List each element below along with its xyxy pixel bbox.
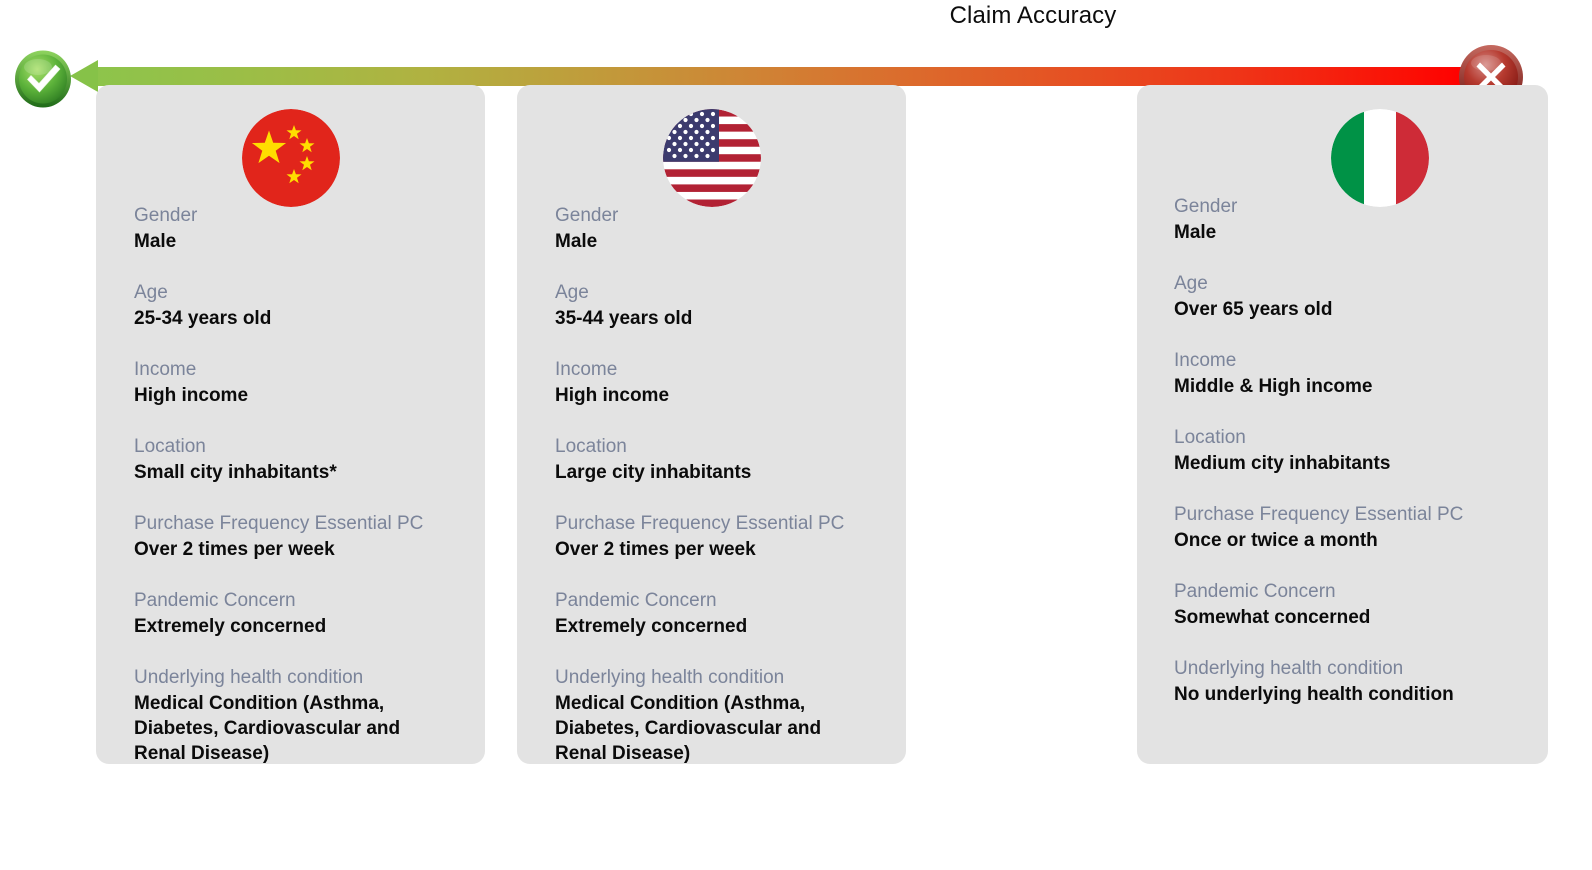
field-underlying-health-condition: Underlying health condition Medical Cond… <box>134 665 473 766</box>
field-value: 25-34 years old <box>134 308 272 329</box>
field-label: Purchase Frequency Essential PC <box>555 513 845 534</box>
field-purchase-frequency: Purchase Frequency Essential PC Over 2 t… <box>555 511 894 562</box>
field-purchase-frequency: Purchase Frequency Essential PC Once or … <box>1174 502 1536 553</box>
persona-field-list: Gender Male Age 25-34 years old Income H… <box>134 203 473 766</box>
claim-accuracy-scale <box>0 24 1592 109</box>
field-label: Location <box>1174 427 1246 448</box>
field-label: Purchase Frequency Essential PC <box>1174 504 1464 525</box>
field-label: Gender <box>1174 196 1238 217</box>
field-label: Age <box>134 282 168 303</box>
persona-field-list: Gender Male Age 35-44 years old Income H… <box>555 203 894 766</box>
field-age: Age 35-44 years old <box>555 280 894 331</box>
field-label: Income <box>555 359 618 380</box>
field-gender: Gender Male <box>134 203 473 254</box>
field-label: Pandemic Concern <box>134 590 296 611</box>
accuracy-gradient-bar <box>96 67 1464 86</box>
china-flag-icon <box>241 109 340 207</box>
field-location: Location Medium city inhabitants <box>1174 425 1536 476</box>
field-value: Male <box>134 231 177 252</box>
usa-flag-icon <box>662 109 761 207</box>
persona-field-list: Gender Male Age Over 65 years old Income… <box>1174 194 1536 707</box>
field-value: No underlying health condition <box>1174 684 1454 705</box>
field-value: Medium city inhabitants <box>1174 453 1391 474</box>
field-value: Male <box>1174 222 1217 243</box>
field-label: Purchase Frequency Essential PC <box>134 513 424 534</box>
field-purchase-frequency: Purchase Frequency Essential PC Over 2 t… <box>134 511 473 562</box>
field-value: High income <box>134 385 249 406</box>
field-label: Underlying health condition <box>1174 658 1404 679</box>
field-age: Age Over 65 years old <box>1174 271 1536 322</box>
field-label: Age <box>555 282 589 303</box>
arrow-head-left-icon <box>70 60 98 92</box>
field-gender: Gender Male <box>1174 194 1536 245</box>
field-label: Pandemic Concern <box>555 590 717 611</box>
check-circle-icon <box>15 50 71 108</box>
page-title: Claim Accuracy <box>949 2 1117 29</box>
italy-flag-icon <box>1331 109 1429 207</box>
field-income: Income High income <box>555 357 894 408</box>
field-value: Once or twice a month <box>1174 530 1378 551</box>
field-label: Gender <box>134 205 198 226</box>
field-value: Somewhat concerned <box>1174 607 1371 628</box>
field-value: Large city inhabitants <box>555 462 752 483</box>
field-value: Male <box>555 231 598 252</box>
persona-card-italy[interactable]: Gender Male Age Over 65 years old Income… <box>1137 85 1548 764</box>
field-value: Over 65 years old <box>1174 299 1333 320</box>
field-label: Underlying health condition <box>555 667 785 688</box>
field-value: Extremely concerned <box>555 616 748 637</box>
field-value: Extremely concerned <box>134 616 327 637</box>
field-label: Location <box>134 436 206 457</box>
field-label: Income <box>134 359 197 380</box>
field-underlying-health-condition: Underlying health condition No underlyin… <box>1174 656 1536 707</box>
persona-card-china[interactable]: Gender Male Age 25-34 years old Income H… <box>96 85 485 764</box>
field-underlying-health-condition: Underlying health condition Medical Cond… <box>555 665 894 766</box>
field-value: Over 2 times per week <box>555 539 756 560</box>
field-income: Income High income <box>134 357 473 408</box>
field-gender: Gender Male <box>555 203 894 254</box>
field-value: 35-44 years old <box>555 308 693 329</box>
field-location: Location Small city inhabitants* <box>134 434 473 485</box>
field-label: Pandemic Concern <box>1174 581 1336 602</box>
field-label: Gender <box>555 205 619 226</box>
field-age: Age 25-34 years old <box>134 280 473 331</box>
field-pandemic-concern: Pandemic Concern Extremely concerned <box>134 588 473 639</box>
field-value: Middle & High income <box>1174 376 1373 397</box>
field-pandemic-concern: Pandemic Concern Extremely concerned <box>555 588 894 639</box>
claim-accuracy-infographic: Claim Accuracy Gender Male Age 25-34 yea… <box>0 0 1592 870</box>
field-label: Underlying health condition <box>134 667 364 688</box>
field-pandemic-concern: Pandemic Concern Somewhat concerned <box>1174 579 1536 630</box>
field-value: Over 2 times per week <box>134 539 335 560</box>
field-value: Medical Condition (Asthma, Diabetes, Car… <box>134 693 401 764</box>
field-label: Income <box>1174 350 1237 371</box>
field-value: Medical Condition (Asthma, Diabetes, Car… <box>555 693 822 764</box>
field-value: Small city inhabitants* <box>134 462 337 483</box>
persona-card-usa[interactable]: Gender Male Age 35-44 years old Income H… <box>517 85 906 764</box>
field-location: Location Large city inhabitants <box>555 434 894 485</box>
field-income: Income Middle & High income <box>1174 348 1536 399</box>
field-label: Location <box>555 436 627 457</box>
field-label: Age <box>1174 273 1208 294</box>
field-value: High income <box>555 385 670 406</box>
